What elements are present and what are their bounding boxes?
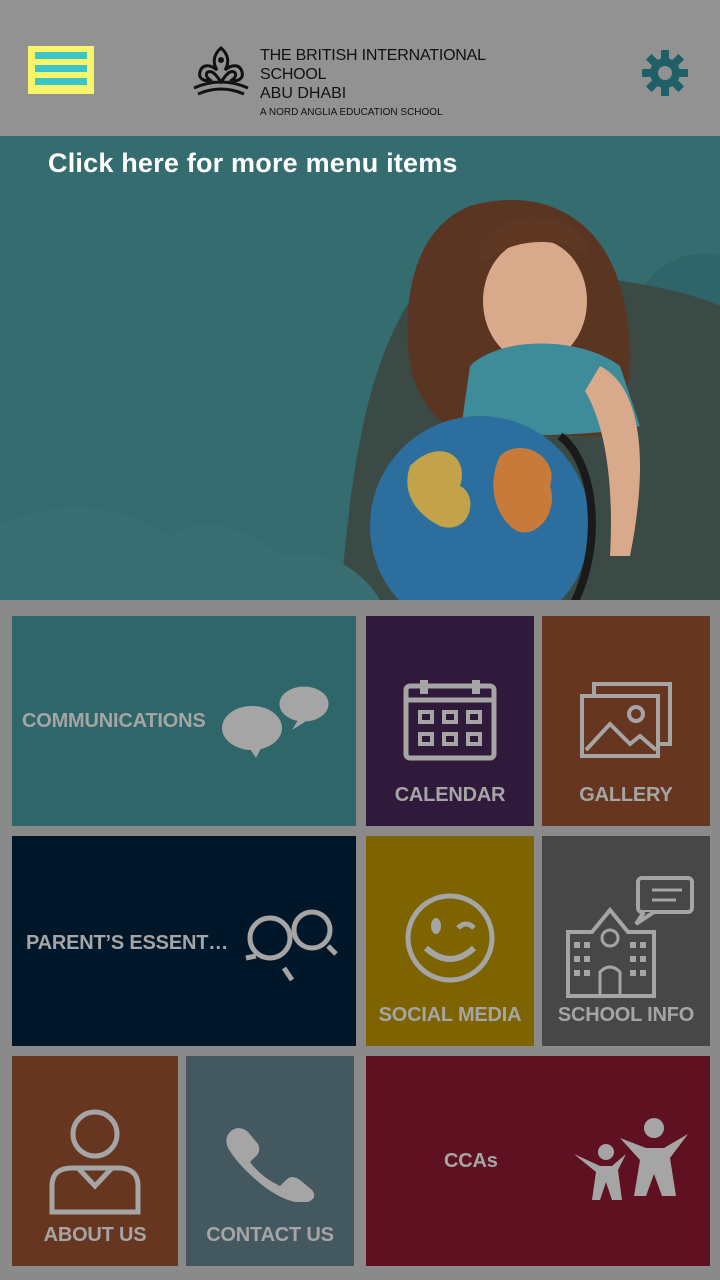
smiley-wink-icon xyxy=(405,893,495,983)
crest-icon xyxy=(193,46,249,96)
tile-school-info[interactable]: SCHOOL INFO xyxy=(542,836,710,1046)
school-building-icon xyxy=(566,876,694,998)
people-cheering-icon xyxy=(574,1118,688,1200)
tile-label: CCAs xyxy=(444,1150,498,1172)
tile-label: CALENDAR xyxy=(394,784,506,806)
logo-line-3: A NORD ANGLIA EDUCATION SCHOOL xyxy=(260,107,443,118)
chat-bubbles-icon xyxy=(222,683,332,758)
gallery-icon xyxy=(580,682,672,758)
tile-communications[interactable]: COMMUNICATIONS xyxy=(12,616,356,826)
tile-calendar[interactable]: CALENDAR xyxy=(366,616,534,826)
tile-parents-essentials[interactable]: PARENT’S ESSENT… xyxy=(12,836,356,1046)
school-logo: THE BRITISH INTERNATIONAL SCHOOL ABU DHA… xyxy=(190,44,540,118)
tile-label: SCHOOL INFO xyxy=(557,1004,695,1026)
phone-icon xyxy=(226,1128,315,1202)
tile-label: PARENT’S ESSENT… xyxy=(26,932,229,954)
hero-banner[interactable]: Click here for more menu items xyxy=(0,136,720,600)
tile-label: COMMUNICATIONS xyxy=(22,710,206,732)
parents-icon xyxy=(245,909,338,982)
tile-social-media[interactable]: SOCIAL MEDIA xyxy=(366,836,534,1046)
menu-grid: COMMUNICATIONS CALENDAR GALLERY PARENT’S… xyxy=(0,600,720,1280)
more-menu-hint[interactable]: Click here for more menu items xyxy=(48,148,458,179)
tile-label: GALLERY xyxy=(579,784,673,806)
hero-illustration xyxy=(0,136,720,600)
calendar-icon xyxy=(403,680,497,761)
tile-label: ABOUT US xyxy=(43,1224,147,1246)
tile-about-us[interactable]: ABOUT US xyxy=(12,1056,178,1266)
tile-contact-us[interactable]: CONTACT US xyxy=(186,1056,354,1266)
tile-ccas[interactable]: CCAs xyxy=(366,1056,710,1266)
logo-line-2: ABU DHABI xyxy=(260,85,347,102)
logo-line-1: THE BRITISH INTERNATIONAL SCHOOL xyxy=(260,47,486,83)
tile-label: CONTACT US xyxy=(206,1224,334,1246)
app-header: THE BRITISH INTERNATIONAL SCHOOL ABU DHA… xyxy=(0,0,720,136)
logo-text: THE BRITISH INTERNATIONAL SCHOOL ABU DHA… xyxy=(260,46,540,121)
person-icon xyxy=(49,1109,141,1215)
tile-gallery[interactable]: GALLERY xyxy=(542,616,710,826)
hamburger-menu-icon[interactable] xyxy=(28,46,94,94)
tile-label: SOCIAL MEDIA xyxy=(378,1004,522,1026)
gear-icon[interactable] xyxy=(640,48,690,98)
